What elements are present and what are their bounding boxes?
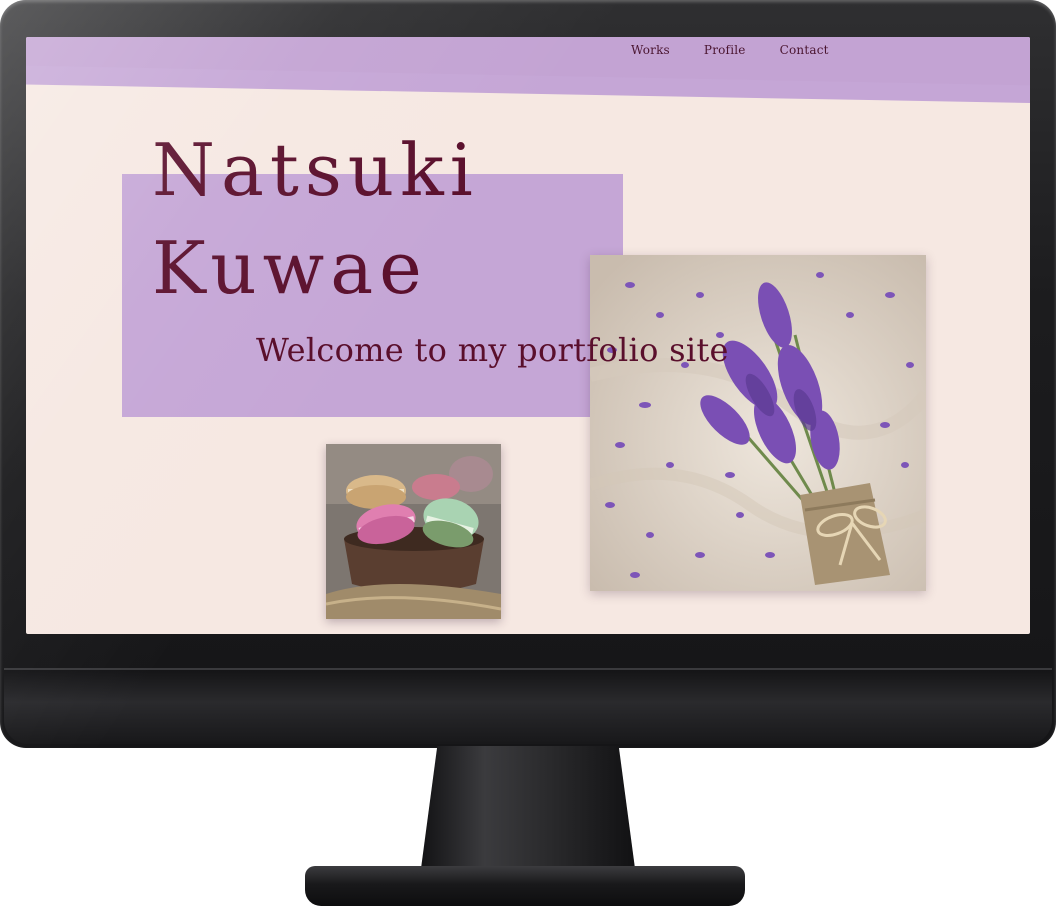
lavender-photo	[590, 255, 926, 591]
nav-contact-link[interactable]: Contact	[780, 43, 829, 57]
lavender-bouquet-icon	[590, 255, 926, 591]
hero-first-name: Natsuki	[152, 128, 479, 212]
monitor-chin-edge	[4, 668, 1052, 670]
monitor-stand-base	[305, 866, 745, 906]
monitor-chin	[4, 668, 1052, 744]
hero-name: Natsuki Kuwae	[152, 121, 479, 317]
macarons-bowl-icon	[326, 444, 501, 619]
macaron-photo	[326, 444, 501, 619]
top-nav: Works Profile Contact	[631, 43, 829, 57]
nav-profile-link[interactable]: Profile	[704, 43, 746, 57]
hero-last-name: Kuwae	[152, 226, 428, 310]
welcome-text: Welcome to my portfolio site	[256, 331, 729, 369]
website-screen: Works Profile Contact Natsuki Kuwae Welc…	[26, 37, 1030, 634]
monitor-stand-neck	[420, 746, 636, 876]
nav-works-link[interactable]: Works	[631, 43, 670, 57]
